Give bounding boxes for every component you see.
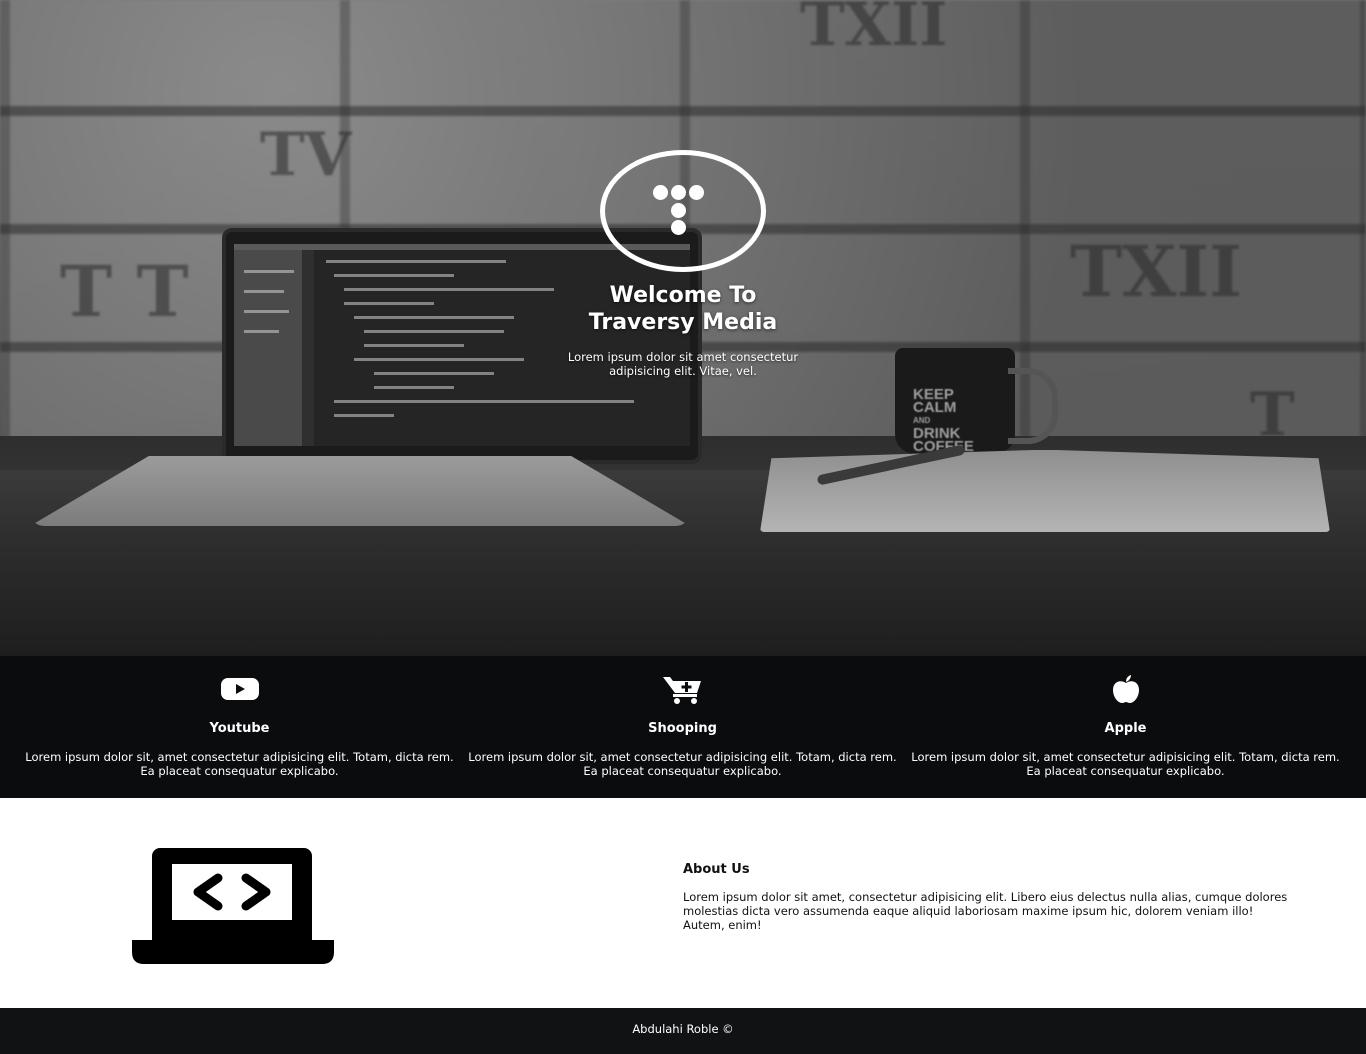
feature-text: Lorem ipsum dolor sit, amet consectetur … (25, 750, 454, 778)
mug-handle (1008, 368, 1058, 444)
hero-content: Welcome To Traversy Media Lorem ipsum do… (0, 150, 1366, 378)
hero-section: T T TV TXII TXII T KEEP CALM AND DRINK C… (0, 0, 1366, 656)
laptop-code-icon (132, 848, 334, 964)
features-section: Youtube Lorem ipsum dolor sit, amet cons… (0, 656, 1366, 798)
traversy-logo-icon (600, 150, 766, 272)
youtube-icon (220, 678, 259, 700)
feature-youtube: Youtube Lorem ipsum dolor sit, amet cons… (18, 656, 461, 798)
feature-apple: Apple Lorem ipsum dolor sit, amet consec… (904, 656, 1347, 798)
feature-text: Lorem ipsum dolor sit, amet consectetur … (468, 750, 897, 778)
feature-title: Youtube (209, 721, 270, 736)
feature-title: Apple (1104, 721, 1147, 736)
footer-text: Abdulahi Roble © (632, 1022, 734, 1036)
feature-title: Shooping (648, 721, 717, 736)
wall-engraving: TXII (800, 0, 948, 60)
footer: Abdulahi Roble © (0, 1008, 1366, 1054)
hero-subtitle: Lorem ipsum dolor sit amet consectetur a… (567, 350, 799, 378)
mug-print: KEEP CALM AND DRINK COFFEE (913, 386, 974, 455)
feature-text: Lorem ipsum dolor sit, amet consectetur … (911, 750, 1340, 778)
notebook (760, 450, 1330, 532)
hero-title: Welcome To Traversy Media (588, 283, 778, 335)
about-text: Lorem ipsum dolor sit amet, consectetur … (683, 890, 1288, 932)
about-title: About Us (683, 862, 750, 877)
cart-plus-icon (662, 677, 701, 704)
about-section: About Us Lorem ipsum dolor sit amet, con… (0, 798, 1366, 1008)
feature-shopping: Shooping Lorem ipsum dolor sit, amet con… (461, 656, 904, 798)
apple-icon (1112, 675, 1139, 703)
